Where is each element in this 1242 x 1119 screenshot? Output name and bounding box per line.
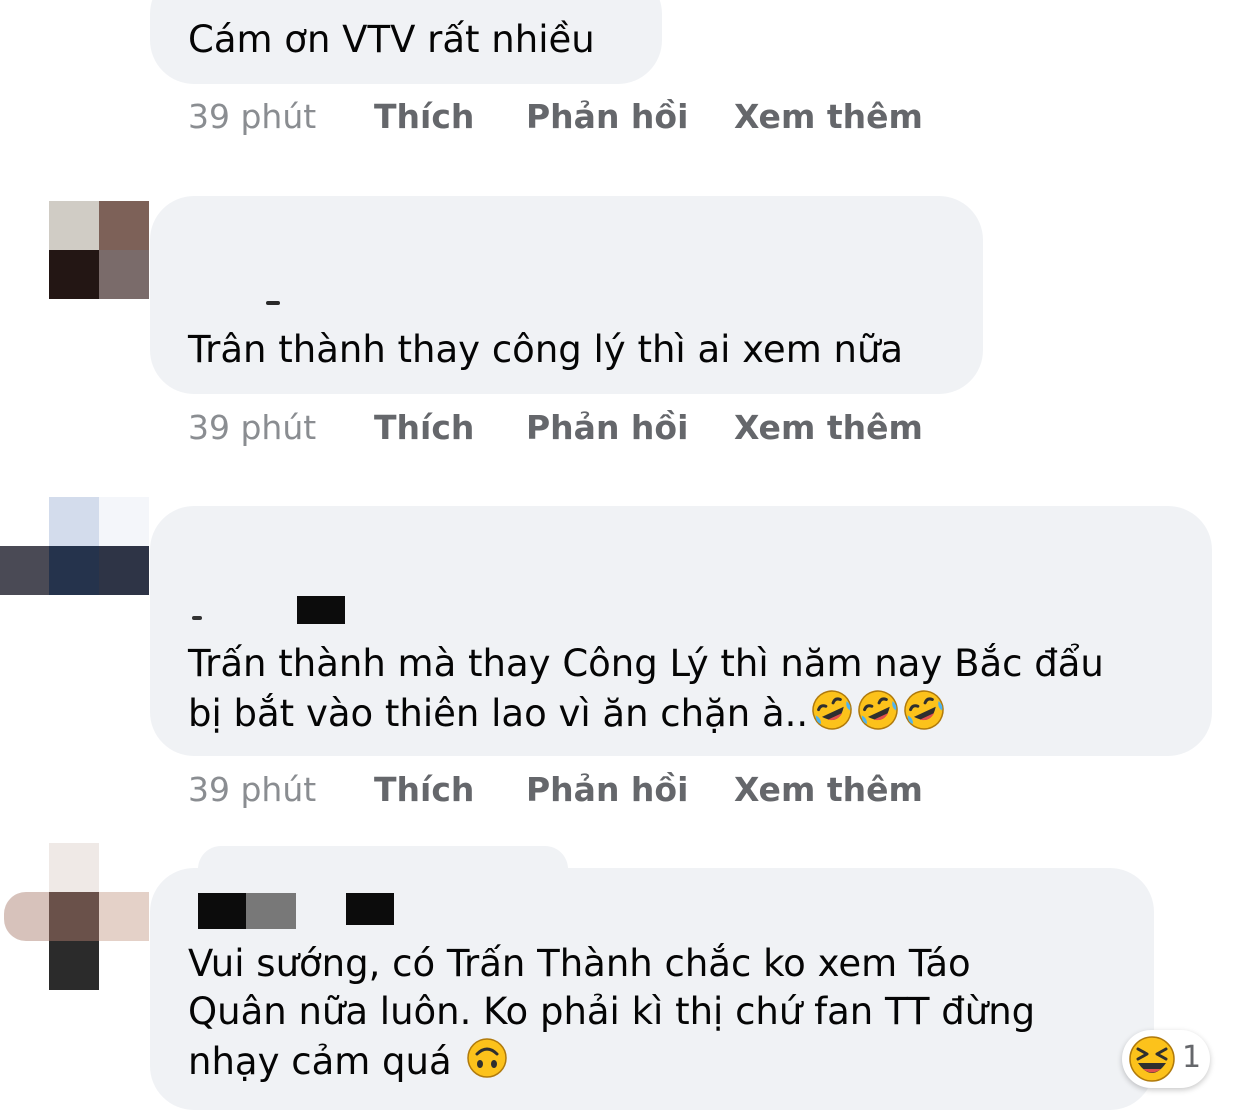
blurred-author-name bbox=[246, 893, 296, 929]
comment-text-content: Trấn thành mà thay Công Lý thì năm nay B… bbox=[188, 642, 1104, 735]
avatar[interactable] bbox=[0, 843, 150, 991]
blurred-author-name bbox=[297, 596, 345, 624]
reaction-badge[interactable]: 1 bbox=[1122, 1030, 1210, 1088]
like-button[interactable]: Thích bbox=[374, 97, 474, 137]
comment-bubble-2: Trân thành thay công lý thì ai xem nữa bbox=[150, 196, 983, 394]
comment-time: 39 phút bbox=[188, 97, 317, 136]
comment-text: Trấn thành mà thay Công Lý thì năm nay B… bbox=[188, 640, 1176, 738]
avatar[interactable] bbox=[49, 201, 149, 299]
reply-button[interactable]: Phản hồi bbox=[526, 408, 688, 448]
comment-bubble-1: Cám ơn VTV rất nhiều bbox=[150, 0, 662, 84]
comment-text: Cám ơn VTV rất nhiều bbox=[188, 18, 595, 61]
like-button[interactable]: Thích bbox=[374, 408, 474, 448]
see-more-button[interactable]: Xem thêm bbox=[734, 770, 923, 810]
see-more-button[interactable]: Xem thêm bbox=[734, 408, 923, 448]
reply-button[interactable]: Phản hồi bbox=[526, 97, 688, 137]
comment-bubble-3: Trấn thành mà thay Công Lý thì năm nay B… bbox=[150, 506, 1212, 756]
comment-text: Vui sướng, có Trấn Thành chắc ko xem Táo… bbox=[188, 940, 1118, 1086]
comment-bubble-4: Vui sướng, có Trấn Thành chắc ko xem Táo… bbox=[150, 868, 1154, 1110]
see-more-button[interactable]: Xem thêm bbox=[734, 97, 923, 137]
upside-down-face-icon bbox=[467, 1038, 508, 1078]
reply-button[interactable]: Phản hồi bbox=[526, 770, 688, 810]
comment-time: 39 phút bbox=[188, 408, 317, 447]
rolling-on-floor-laughing-icon bbox=[858, 690, 898, 730]
blurred-author-name bbox=[346, 893, 394, 925]
like-button[interactable]: Thích bbox=[374, 770, 474, 810]
blurred-author-name bbox=[192, 616, 202, 620]
reaction-count: 1 bbox=[1182, 1040, 1202, 1075]
rolling-on-floor-laughing-icon bbox=[812, 690, 852, 730]
blurred-author-name bbox=[266, 301, 280, 305]
avatar[interactable] bbox=[0, 497, 150, 595]
comment-time: 39 phút bbox=[188, 770, 317, 809]
blurred-author-name bbox=[198, 893, 246, 929]
rolling-on-floor-laughing-icon bbox=[904, 690, 944, 730]
laughing-squint-icon bbox=[1129, 1036, 1175, 1082]
comment-text-content: Vui sướng, có Trấn Thành chắc ko xem Táo… bbox=[188, 942, 1036, 1083]
comment-text: Trân thành thay công lý thì ai xem nữa bbox=[188, 328, 904, 371]
